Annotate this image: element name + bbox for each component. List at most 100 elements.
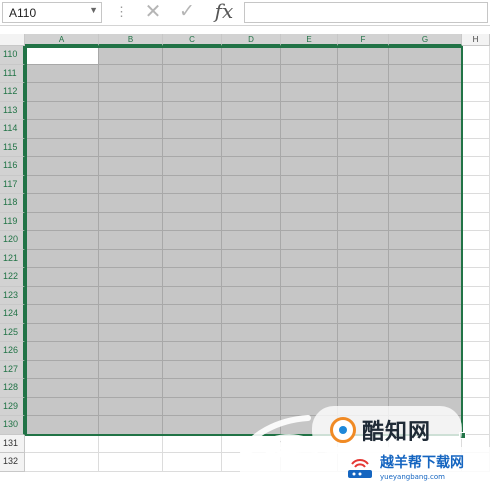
cell[interactable] bbox=[389, 212, 462, 231]
cell[interactable] bbox=[25, 268, 99, 287]
cell[interactable] bbox=[222, 212, 281, 231]
cell[interactable] bbox=[281, 231, 338, 250]
cell[interactable] bbox=[99, 83, 163, 102]
cell[interactable] bbox=[338, 286, 389, 305]
column-header-a[interactable]: A bbox=[25, 34, 99, 46]
cell[interactable] bbox=[222, 231, 281, 250]
cell[interactable] bbox=[338, 360, 389, 379]
cell[interactable] bbox=[389, 379, 462, 398]
cell[interactable] bbox=[25, 453, 99, 472]
cell[interactable] bbox=[281, 249, 338, 268]
cell[interactable] bbox=[163, 231, 222, 250]
cell[interactable] bbox=[462, 120, 490, 139]
cell[interactable] bbox=[389, 360, 462, 379]
row-header-127[interactable]: 127 bbox=[0, 360, 25, 379]
cell[interactable] bbox=[163, 212, 222, 231]
cell[interactable] bbox=[389, 138, 462, 157]
cell[interactable] bbox=[99, 305, 163, 324]
cell[interactable] bbox=[281, 323, 338, 342]
cell[interactable] bbox=[163, 175, 222, 194]
cell[interactable] bbox=[281, 83, 338, 102]
cell[interactable] bbox=[281, 194, 338, 213]
cell[interactable] bbox=[462, 268, 490, 287]
cell[interactable] bbox=[163, 342, 222, 361]
cell[interactable] bbox=[222, 83, 281, 102]
cell[interactable] bbox=[338, 342, 389, 361]
row-header-119[interactable]: 119 bbox=[0, 212, 25, 231]
row-header-112[interactable]: 112 bbox=[0, 83, 25, 102]
cell[interactable] bbox=[462, 249, 490, 268]
cell[interactable] bbox=[281, 379, 338, 398]
cell[interactable] bbox=[389, 46, 462, 65]
cell[interactable] bbox=[25, 157, 99, 176]
cell[interactable] bbox=[99, 249, 163, 268]
cell[interactable] bbox=[462, 286, 490, 305]
cell[interactable] bbox=[222, 46, 281, 65]
cell[interactable] bbox=[163, 120, 222, 139]
cell[interactable] bbox=[338, 175, 389, 194]
cell[interactable] bbox=[163, 268, 222, 287]
cell[interactable] bbox=[389, 305, 462, 324]
row-header-113[interactable]: 113 bbox=[0, 101, 25, 120]
cell[interactable] bbox=[281, 120, 338, 139]
cell[interactable] bbox=[281, 157, 338, 176]
cell[interactable] bbox=[25, 360, 99, 379]
cell[interactable] bbox=[25, 175, 99, 194]
cell[interactable] bbox=[462, 157, 490, 176]
cell[interactable] bbox=[222, 286, 281, 305]
column-header-e[interactable]: E bbox=[281, 34, 338, 46]
cell[interactable] bbox=[99, 231, 163, 250]
row-header-115[interactable]: 115 bbox=[0, 138, 25, 157]
row-header-131[interactable]: 131 bbox=[0, 434, 25, 453]
cell[interactable] bbox=[338, 157, 389, 176]
cell[interactable] bbox=[99, 268, 163, 287]
row-header-122[interactable]: 122 bbox=[0, 268, 25, 287]
cell[interactable] bbox=[25, 120, 99, 139]
cell[interactable] bbox=[99, 138, 163, 157]
cell[interactable] bbox=[462, 212, 490, 231]
cell[interactable] bbox=[99, 360, 163, 379]
row-header-111[interactable]: 111 bbox=[0, 64, 25, 83]
function-icon[interactable]: fx bbox=[210, 0, 238, 23]
cell[interactable] bbox=[281, 305, 338, 324]
cell[interactable] bbox=[389, 83, 462, 102]
cell[interactable] bbox=[462, 138, 490, 157]
name-box[interactable]: A110 ▼ bbox=[2, 2, 102, 23]
cell[interactable] bbox=[338, 249, 389, 268]
cell[interactable] bbox=[281, 268, 338, 287]
cell[interactable] bbox=[389, 101, 462, 120]
row-header-121[interactable]: 121 bbox=[0, 249, 25, 268]
cell[interactable] bbox=[389, 231, 462, 250]
cell[interactable] bbox=[462, 46, 490, 65]
cell[interactable] bbox=[281, 101, 338, 120]
cell[interactable] bbox=[99, 157, 163, 176]
cell[interactable] bbox=[389, 175, 462, 194]
cell[interactable] bbox=[389, 120, 462, 139]
row-header-126[interactable]: 126 bbox=[0, 342, 25, 361]
cell[interactable] bbox=[163, 434, 222, 453]
cell[interactable] bbox=[462, 397, 490, 416]
cell[interactable] bbox=[25, 83, 99, 102]
cell[interactable] bbox=[222, 175, 281, 194]
cell[interactable] bbox=[99, 175, 163, 194]
check-icon[interactable]: ✓ bbox=[174, 1, 200, 23]
row-header-117[interactable]: 117 bbox=[0, 175, 25, 194]
row-header-118[interactable]: 118 bbox=[0, 194, 25, 213]
cell[interactable] bbox=[281, 360, 338, 379]
formula-input[interactable] bbox=[244, 2, 488, 23]
row-header-124[interactable]: 124 bbox=[0, 305, 25, 324]
cell[interactable] bbox=[163, 305, 222, 324]
cell[interactable] bbox=[462, 231, 490, 250]
column-header-b[interactable]: B bbox=[99, 34, 163, 46]
cell[interactable] bbox=[281, 138, 338, 157]
cell[interactable] bbox=[462, 323, 490, 342]
cell[interactable] bbox=[222, 64, 281, 83]
cell[interactable] bbox=[462, 64, 490, 83]
column-header-c[interactable]: C bbox=[163, 34, 222, 46]
cell[interactable] bbox=[163, 194, 222, 213]
cell[interactable] bbox=[222, 323, 281, 342]
cell[interactable] bbox=[99, 434, 163, 453]
cell[interactable] bbox=[462, 175, 490, 194]
cell[interactable] bbox=[462, 305, 490, 324]
cell[interactable] bbox=[462, 101, 490, 120]
